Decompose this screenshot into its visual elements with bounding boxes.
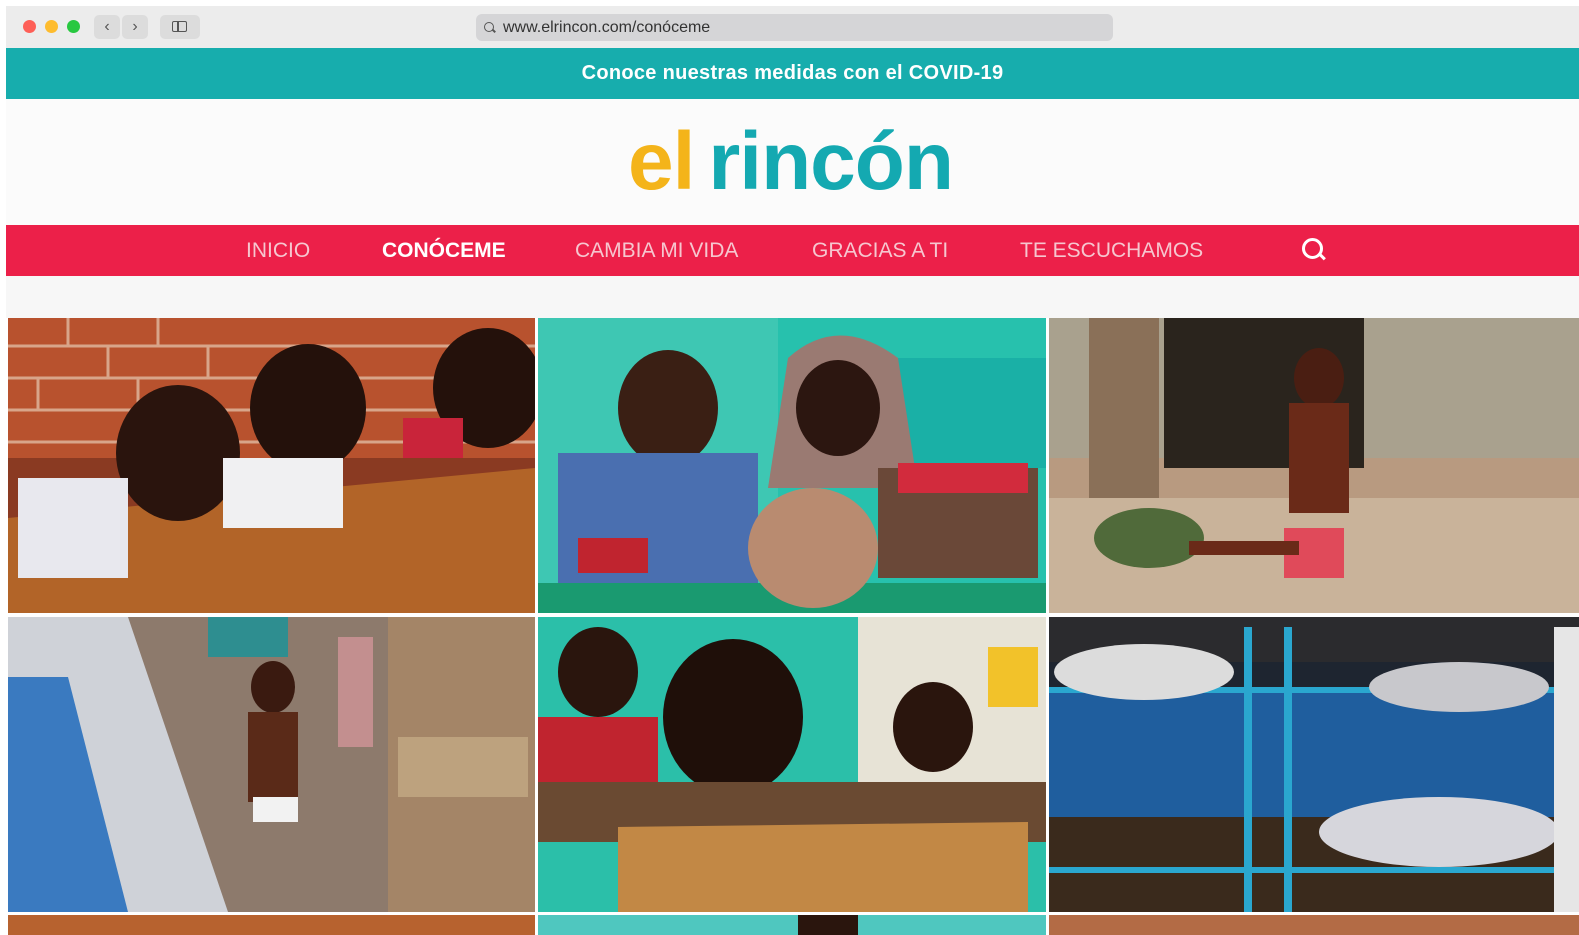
- nav-item-te-escuchamos[interactable]: TE ESCUCHAMOS: [1020, 225, 1203, 276]
- gallery-photo-children-at-desk[interactable]: [8, 318, 535, 613]
- covid-banner-link[interactable]: Conoce nuestras medidas con el COVID-19: [6, 48, 1579, 99]
- search-icon: [484, 22, 494, 32]
- gallery-photo-bunk-beds[interactable]: [1049, 617, 1579, 912]
- gallery-photo-child-on-potty[interactable]: [1049, 318, 1579, 613]
- maximize-window-button[interactable]: [67, 20, 80, 33]
- nav-item-conoceme[interactable]: CONÓCEME: [382, 225, 506, 276]
- address-bar[interactable]: www.elrincon.com/conóceme: [476, 14, 1113, 41]
- forward-button[interactable]: ›: [122, 15, 148, 39]
- back-button[interactable]: ‹: [94, 15, 120, 39]
- nav-item-inicio[interactable]: INICIO: [246, 225, 310, 276]
- gallery-photo-partial-1[interactable]: [8, 915, 535, 935]
- chevron-right-icon: ›: [132, 18, 138, 35]
- gallery-photo-boy-at-desk[interactable]: [538, 617, 1046, 912]
- gallery-photo-partial-3[interactable]: [1049, 915, 1579, 935]
- nav-item-cambia-mi-vida[interactable]: CAMBIA MI VIDA: [575, 225, 738, 276]
- main-navigation: INICIO CONÓCEME CAMBIA MI VIDA GRACIAS A…: [6, 225, 1579, 276]
- browser-toolbar: ‹ › www.elrincon.com/conóceme: [6, 6, 1579, 49]
- url-text: www.elrincon.com/conóceme: [503, 19, 711, 36]
- gallery-photo-street-children[interactable]: [8, 617, 535, 912]
- minimize-window-button[interactable]: [45, 20, 58, 33]
- gallery-photo-classroom-children[interactable]: [538, 318, 1046, 613]
- sidebar-icon: [172, 21, 187, 32]
- close-window-button[interactable]: [23, 20, 36, 33]
- logo-rincon: rincón: [708, 116, 954, 207]
- sidebar-toggle-button[interactable]: [160, 15, 200, 39]
- gallery-photo-partial-2[interactable]: [538, 915, 1046, 935]
- search-icon[interactable]: [1302, 238, 1326, 262]
- spacer: [6, 276, 1579, 318]
- chevron-left-icon: ‹: [104, 18, 110, 35]
- nav-item-gracias-a-ti[interactable]: GRACIAS A TI: [812, 225, 948, 276]
- logo-el: el: [628, 116, 695, 207]
- site-logo[interactable]: el rincón: [628, 116, 954, 207]
- site-header: el rincón: [6, 99, 1579, 225]
